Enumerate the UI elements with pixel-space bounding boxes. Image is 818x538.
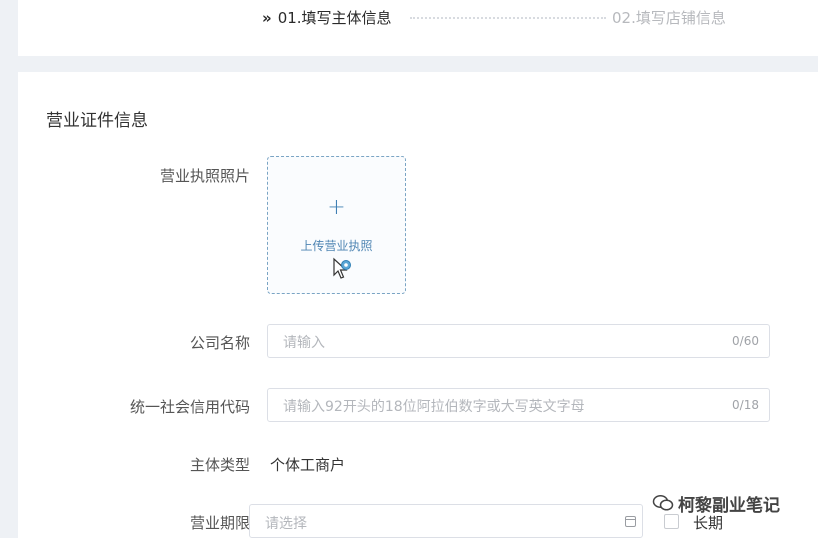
- business-term-placeholder: 请选择: [265, 516, 307, 532]
- credit-code-label: 统一社会信用代码: [129, 398, 250, 416]
- form-card: 营业证件信息 营业执照照片 + 上传营业执照 公司名称 请输入 0/60 统一社…: [18, 72, 818, 538]
- calendar-icon[interactable]: [625, 516, 636, 527]
- upload-text: 上传营业执照: [300, 239, 373, 253]
- business-term-label: 营业期限: [189, 514, 250, 532]
- steps-bar: » 01.填写主体信息 02.填写店铺信息: [18, 0, 818, 56]
- company-name-counter: 0/60: [732, 334, 759, 348]
- credit-code-placeholder: 请输入92开头的18位阿拉伯数字或大写英文字母: [283, 399, 585, 415]
- business-term-date-picker[interactable]: 请选择: [249, 504, 643, 538]
- step-connector: [410, 17, 606, 19]
- chevron-double-right-icon: »: [262, 9, 272, 27]
- company-name-label: 公司名称: [189, 334, 250, 352]
- license-upload-button[interactable]: + 上传营业执照: [267, 156, 406, 294]
- credit-code-input[interactable]: 请输入92开头的18位阿拉伯数字或大写英文字母 0/18: [267, 388, 770, 422]
- section-title: 营业证件信息: [46, 111, 148, 131]
- entity-type-label: 主体类型: [189, 456, 250, 474]
- license-photo-label: 营业执照照片: [159, 167, 250, 185]
- step-1: » 01.填写主体信息: [262, 7, 392, 28]
- step-1-label: 01.填写主体信息: [277, 9, 392, 27]
- credit-code-counter: 0/18: [732, 398, 759, 412]
- mouse-cursor-icon: [333, 257, 351, 279]
- plus-icon: +: [327, 195, 346, 220]
- step-2-label: 02.填写店铺信息: [612, 9, 726, 27]
- company-name-input[interactable]: 请输入 0/60: [267, 324, 770, 358]
- watermark-text: 柯黎副业笔记: [678, 495, 780, 516]
- entity-type-value: 个体工商户: [270, 456, 346, 474]
- watermark: 柯黎副业笔记: [652, 488, 780, 518]
- wechat-icon: [652, 494, 674, 511]
- company-name-placeholder: 请输入: [283, 335, 325, 351]
